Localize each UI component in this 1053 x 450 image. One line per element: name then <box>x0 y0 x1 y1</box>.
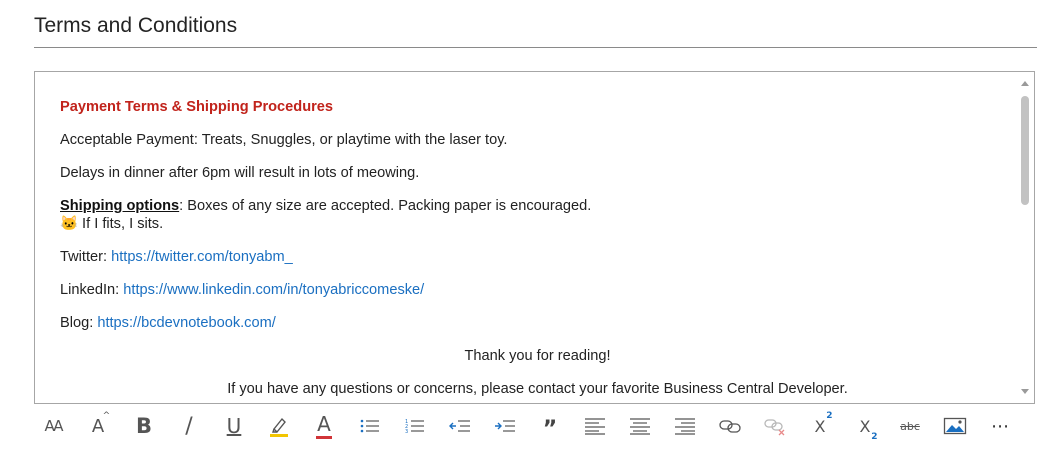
payment-line: Acceptable Payment: Treats, Snuggles, or… <box>60 132 508 148</box>
bullet-list-button[interactable] <box>354 408 386 444</box>
scroll-down-arrow-icon[interactable] <box>1021 389 1029 394</box>
shipping-text: : Boxes of any size are accepted. Packin… <box>179 198 592 214</box>
shipping-paragraph: Shipping options: Boxes of any size are … <box>60 197 1015 233</box>
font-size-button[interactable]: AA <box>37 408 69 444</box>
editor-content[interactable]: Payment Terms & Shipping Procedures Acce… <box>60 98 1015 403</box>
more-icon: ⋯ <box>991 415 1009 437</box>
numbered-list-icon: 123 <box>404 417 426 435</box>
highlight-button[interactable] <box>263 408 295 444</box>
decrease-indent-button[interactable] <box>444 408 476 444</box>
align-right-button[interactable] <box>669 408 701 444</box>
italic-icon: / <box>185 413 193 439</box>
bold-button[interactable]: B <box>128 408 160 444</box>
increase-indent-button[interactable] <box>489 408 521 444</box>
subscript-icon: X2 <box>859 416 878 442</box>
more-options-button[interactable]: ⋯ <box>984 408 1016 444</box>
contact-line: If you have any questions or concerns, p… <box>227 381 848 397</box>
content-heading: Payment Terms & Shipping Procedures <box>60 99 334 115</box>
bullet-list-icon <box>359 417 381 435</box>
formatting-toolbar: AA A ^ B / U A 1 2 3 ” X 2 X 2 abc ⋯ <box>34 408 1035 444</box>
twitter-line: Twitter: https://twitter.com/tonyabm_ <box>60 248 1015 266</box>
subscript-button[interactable]: X2 <box>849 408 881 444</box>
font-color-icon: A <box>315 413 333 439</box>
strikethrough-button[interactable]: abc <box>894 408 926 444</box>
blog-label: Blog: <box>60 315 98 331</box>
scroll-up-arrow-icon[interactable] <box>1021 81 1029 86</box>
twitter-label: Twitter: <box>60 249 112 265</box>
font-size-icon: AA <box>44 417 64 435</box>
decrease-indent-icon <box>448 417 472 435</box>
underline-icon: U <box>226 414 242 438</box>
numbered-list-button[interactable]: 123 <box>399 408 431 444</box>
align-center-icon <box>629 417 651 435</box>
highlighter-icon <box>268 414 290 438</box>
scroll-thumb[interactable] <box>1021 96 1029 205</box>
strikethrough-icon: abc <box>900 419 920 433</box>
shipping-label: Shipping options <box>60 198 180 214</box>
twitter-link[interactable]: https://twitter.com/tonyabm_ <box>111 249 293 265</box>
grow-font-button[interactable]: A ^ <box>82 408 114 444</box>
svg-text:3: 3 <box>405 429 408 435</box>
linkedin-line: LinkedIn: https://www.linkedin.com/in/to… <box>60 281 1015 299</box>
remove-link-button[interactable] <box>759 408 791 444</box>
cat-emoji-icon: 🐱 <box>60 216 79 232</box>
rich-text-editor[interactable]: Payment Terms & Shipping Procedures Acce… <box>34 71 1035 404</box>
vertical-scrollbar[interactable] <box>1016 72 1034 403</box>
insert-link-button[interactable] <box>714 408 746 444</box>
blog-link[interactable]: https://bcdevnotebook.com/ <box>97 315 275 331</box>
linkedin-link[interactable]: https://www.linkedin.com/in/tonyabriccom… <box>123 282 424 298</box>
link-icon <box>718 417 742 435</box>
linkedin-label: LinkedIn: <box>60 282 124 298</box>
blog-line: Blog: https://bcdevnotebook.com/ <box>60 314 1015 332</box>
superscript-icon: X2 <box>814 410 833 436</box>
grow-font-icon: A ^ <box>91 410 111 437</box>
unlink-icon <box>763 416 787 436</box>
underline-button[interactable]: U <box>218 408 250 444</box>
title-divider <box>34 47 1037 48</box>
quote-icon: ” <box>542 417 558 442</box>
align-left-icon <box>584 417 606 435</box>
increase-indent-icon <box>493 417 517 435</box>
bold-icon: B <box>135 414 152 438</box>
align-right-icon <box>674 417 696 435</box>
superscript-button[interactable]: X2 <box>804 408 836 444</box>
dinner-line: Delays in dinner after 6pm will result i… <box>60 165 420 181</box>
align-left-button[interactable] <box>579 408 611 444</box>
font-color-button[interactable]: A <box>308 408 340 444</box>
italic-button[interactable]: / <box>173 408 205 444</box>
section-title: Terms and Conditions <box>34 14 238 37</box>
quote-button[interactable]: ” <box>534 408 566 444</box>
insert-image-button[interactable] <box>939 408 971 444</box>
image-icon <box>943 417 967 435</box>
thanks-line: Thank you for reading! <box>464 348 611 364</box>
fits-text: If I fits, I sits. <box>78 216 164 232</box>
align-center-button[interactable] <box>624 408 656 444</box>
